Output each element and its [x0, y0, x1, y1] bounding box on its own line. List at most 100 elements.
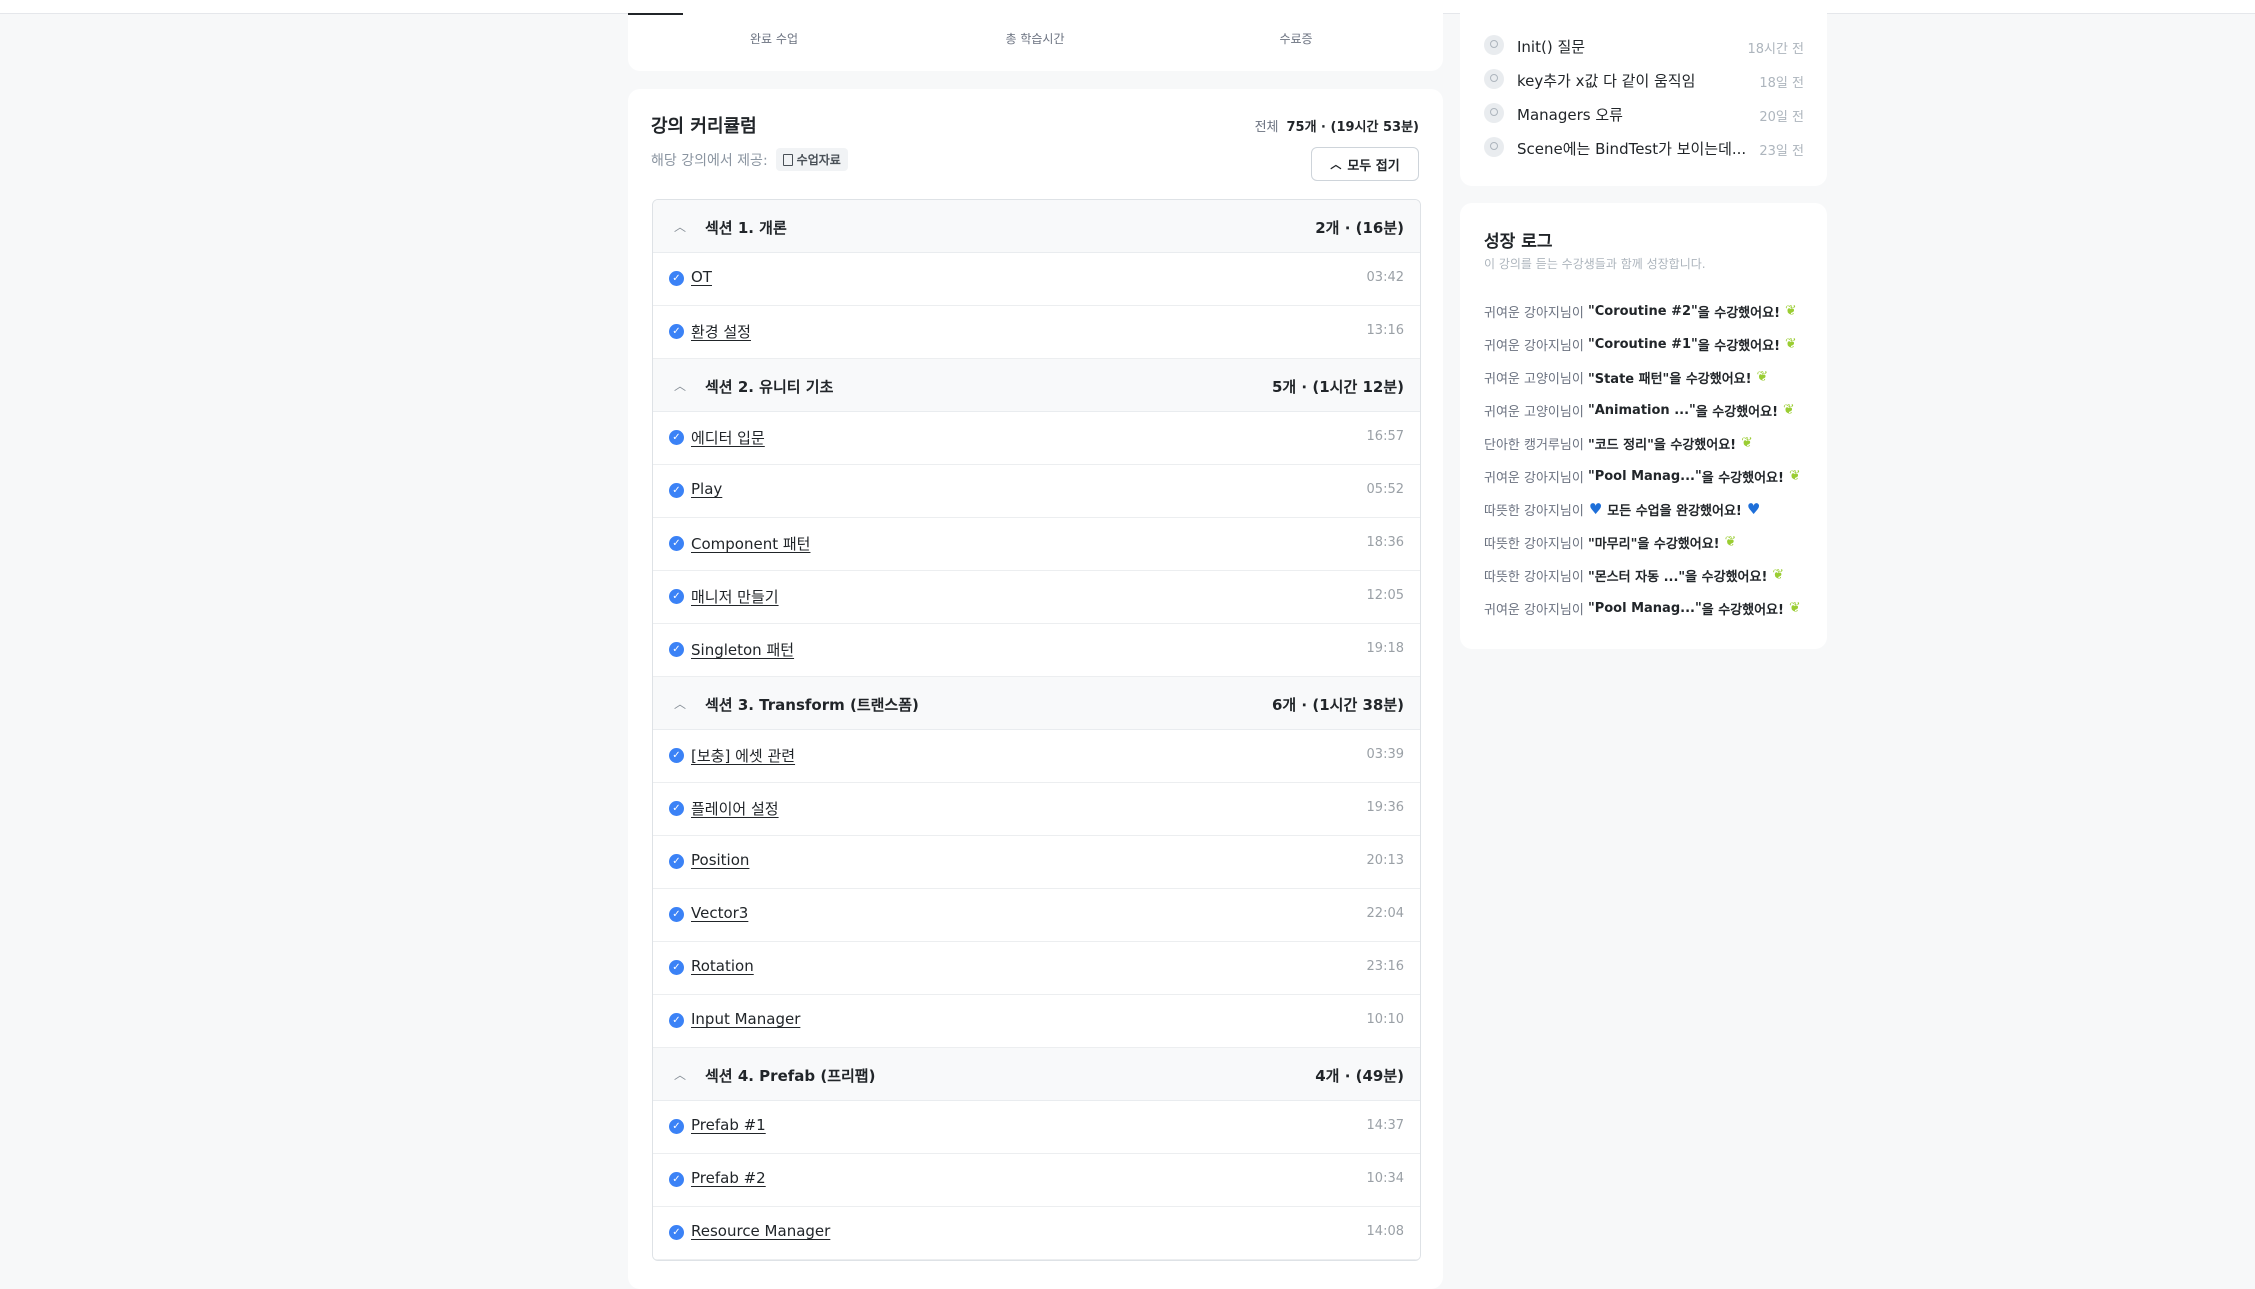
lesson-title[interactable]: 매니저 만들기 — [691, 586, 779, 607]
question-icon — [1484, 35, 1504, 55]
lesson-row[interactable]: ✓ Input Manager 10:10 — [653, 995, 1420, 1048]
lesson-title[interactable]: Resource Manager — [691, 1222, 830, 1240]
log-user: 귀여운 고양이님이 — [1484, 404, 1584, 420]
check-circle-icon: ✓ — [669, 1172, 684, 1187]
log-lesson: "몬스터 자동 ..." — [1587, 569, 1686, 585]
lesson-title[interactable]: 에디터 입문 — [691, 427, 765, 448]
sprout-icon: ❦ — [1785, 303, 1797, 319]
log-suffix: 을 수강했어요! — [1701, 470, 1784, 486]
section-title: 섹션 2. 유니티 기초 — [705, 378, 834, 396]
lesson-row[interactable]: ✓ OT 03:42 — [653, 253, 1420, 306]
question-icon — [1484, 69, 1504, 89]
log-suffix: 을 수강했어요! — [1697, 305, 1780, 321]
lesson-row[interactable]: ✓ Singleton 패턴 19:18 — [653, 624, 1420, 677]
sprout-icon: ❦ — [1741, 435, 1753, 451]
question-title[interactable]: Managers 오류 — [1517, 104, 1623, 125]
log-user: 귀여운 강아지님이 — [1484, 602, 1584, 618]
section-header[interactable]: ︿ 섹션 4. Prefab (프리팹) 4개 ∙ (49분) — [653, 1048, 1420, 1101]
lesson-title[interactable]: Input Manager — [691, 1010, 800, 1028]
lesson-duration: 18:36 — [1366, 535, 1404, 550]
lesson-title[interactable]: Component 패턴 — [691, 533, 810, 554]
question-title[interactable]: key추가 x값 다 같이 움직임 — [1517, 70, 1695, 91]
lesson-row[interactable]: ✓ 플레이어 설정 19:36 — [653, 783, 1420, 836]
log-suffix: 을 수강했어요! — [1653, 437, 1737, 453]
lesson-row[interactable]: ✓ Component 패턴 18:36 — [653, 518, 1420, 571]
log-user: 귀여운 고양이님이 — [1484, 371, 1584, 387]
growth-log-item: 귀여운 강아지님이 "Pool Manag..." 을 수강했어요! ❦ — [1484, 466, 1801, 486]
lesson-title[interactable]: Singleton 패턴 — [691, 639, 794, 660]
lesson-title[interactable]: Position — [691, 851, 749, 869]
question-icon — [1484, 137, 1504, 157]
provided-label: 해당 강의에서 제공: — [651, 152, 768, 169]
check-circle-icon: ✓ — [669, 801, 684, 816]
lesson-row[interactable]: ✓ Vector3 22:04 — [653, 889, 1420, 942]
log-lesson: "Animation ..." — [1587, 402, 1696, 418]
section-header[interactable]: ︿ 섹션 3. Transform (트랜스폼) 6개 ∙ (1시간 38분) — [653, 677, 1420, 730]
lesson-row[interactable]: ✓ [보충] 에셋 관련 03:39 — [653, 730, 1420, 783]
lesson-row[interactable]: ✓ Resource Manager 14:08 — [653, 1207, 1420, 1260]
log-user: 단아한 캥거루님이 — [1484, 437, 1584, 453]
sprout-icon: ❦ — [1785, 336, 1797, 352]
check-circle-icon: ✓ — [669, 271, 684, 286]
question-item[interactable]: Managers 오류 20일 전 — [1484, 103, 1804, 125]
lesson-title[interactable]: Play — [691, 480, 722, 498]
lesson-duration: 12:05 — [1366, 588, 1404, 603]
lesson-row[interactable]: ✓ Position 20:13 — [653, 836, 1420, 889]
chevron-up-icon: ︿ — [1330, 158, 1342, 171]
question-time: 20일 전 — [1759, 110, 1804, 125]
document-icon — [782, 153, 793, 166]
question-item[interactable]: Scene에는 BindTest가 보이는데... 23일 전 — [1484, 137, 1804, 159]
lesson-title[interactable]: OT — [691, 268, 712, 286]
log-lesson: "Pool Manag..." — [1587, 468, 1702, 484]
log-suffix: 을 수강했어요! — [1669, 371, 1752, 387]
section-header[interactable]: ︿ 섹션 2. 유니티 기초 5개 ∙ (1시간 12분) — [653, 359, 1420, 412]
lesson-duration: 20:13 — [1366, 853, 1404, 868]
section-meta: 4개 ∙ (49분) — [1315, 1067, 1404, 1085]
question-title[interactable]: Init() 질문 — [1517, 36, 1585, 57]
growth-log-item: 따뜻한 강아지님이 ♥ 모든 수업을 완강했어요! ♥ — [1484, 499, 1765, 519]
log-suffix: 을 수강했어요! — [1701, 602, 1784, 618]
blue-heart-icon: ♥ — [1588, 499, 1603, 518]
section-meta: 5개 ∙ (1시간 12분) — [1271, 378, 1404, 396]
log-suffix: 을 수강했어요! — [1637, 536, 1720, 552]
sprout-icon: ❦ — [1783, 402, 1795, 418]
curriculum-card: 강의 커리큘럼 전체 75개 ∙ (19시간 53분) 해당 강의에서 제공: 수… — [628, 89, 1443, 1289]
section-title: 섹션 4. Prefab (프리팹) — [705, 1067, 876, 1085]
section-title: 섹션 1. 개론 — [705, 219, 787, 237]
question-item[interactable]: key추가 x값 다 같이 움직임 18일 전 — [1484, 69, 1804, 91]
lesson-duration: 14:37 — [1366, 1118, 1404, 1133]
growth-log-item: 귀여운 강아지님이 "Coroutine #2" 을 수강했어요! ❦ — [1484, 301, 1797, 321]
section-meta: 6개 ∙ (1시간 38분) — [1271, 696, 1404, 714]
lesson-row[interactable]: ✓ Prefab #2 10:34 — [653, 1154, 1420, 1207]
log-suffix: 모든 수업을 완강했어요! — [1607, 503, 1742, 519]
lesson-duration: 14:08 — [1366, 1224, 1404, 1239]
lesson-duration: 19:18 — [1366, 641, 1404, 656]
lesson-duration: 16:57 — [1366, 429, 1404, 444]
lesson-row[interactable]: ✓ 에디터 입문 16:57 — [653, 412, 1420, 465]
question-time: 18일 전 — [1759, 76, 1804, 91]
lesson-title[interactable]: Prefab #2 — [691, 1169, 766, 1187]
log-user: 따뜻한 강아지님이 — [1484, 536, 1584, 552]
lesson-row[interactable]: ✓ Rotation 23:16 — [653, 942, 1420, 995]
stat-label-certificate: 수료증 — [1279, 32, 1313, 46]
lesson-title[interactable]: 환경 설정 — [691, 321, 751, 342]
lesson-row[interactable]: ✓ Prefab #1 14:37 — [653, 1101, 1420, 1154]
question-title[interactable]: Scene에는 BindTest가 보이는데... — [1517, 138, 1746, 159]
lesson-row[interactable]: ✓ Play 05:52 — [653, 465, 1420, 518]
lesson-row[interactable]: ✓ 매니저 만들기 12:05 — [653, 571, 1420, 624]
lesson-title[interactable]: Prefab #1 — [691, 1116, 766, 1134]
growth-log-item: 따뜻한 강아지님이 "마무리" 을 수강했어요! ❦ — [1484, 532, 1736, 552]
lesson-title[interactable]: Vector3 — [691, 904, 748, 922]
section-header[interactable]: ︿ 섹션 1. 개론 2개 ∙ (16분) — [653, 200, 1420, 253]
growth-log-card: 성장 로그 이 강의를 듣는 수강생들과 함께 성장합니다. 귀여운 강아지님이… — [1460, 203, 1827, 649]
lesson-title[interactable]: Rotation — [691, 957, 754, 975]
log-lesson: "Pool Manag..." — [1587, 600, 1702, 616]
question-item[interactable]: Init() 질문 18시간 전 — [1484, 35, 1804, 57]
lesson-title[interactable]: 플레이어 설정 — [691, 798, 779, 819]
sprout-icon: ❦ — [1788, 600, 1801, 616]
collapse-all-button[interactable]: ︿ 모두 접기 — [1311, 147, 1419, 181]
lesson-title[interactable]: [보충] 에셋 관련 — [691, 745, 795, 766]
log-suffix: 을 수강했어요! — [1695, 404, 1779, 420]
lesson-row[interactable]: ✓ 환경 설정 13:16 — [653, 306, 1420, 359]
lesson-duration: 10:34 — [1366, 1171, 1404, 1186]
